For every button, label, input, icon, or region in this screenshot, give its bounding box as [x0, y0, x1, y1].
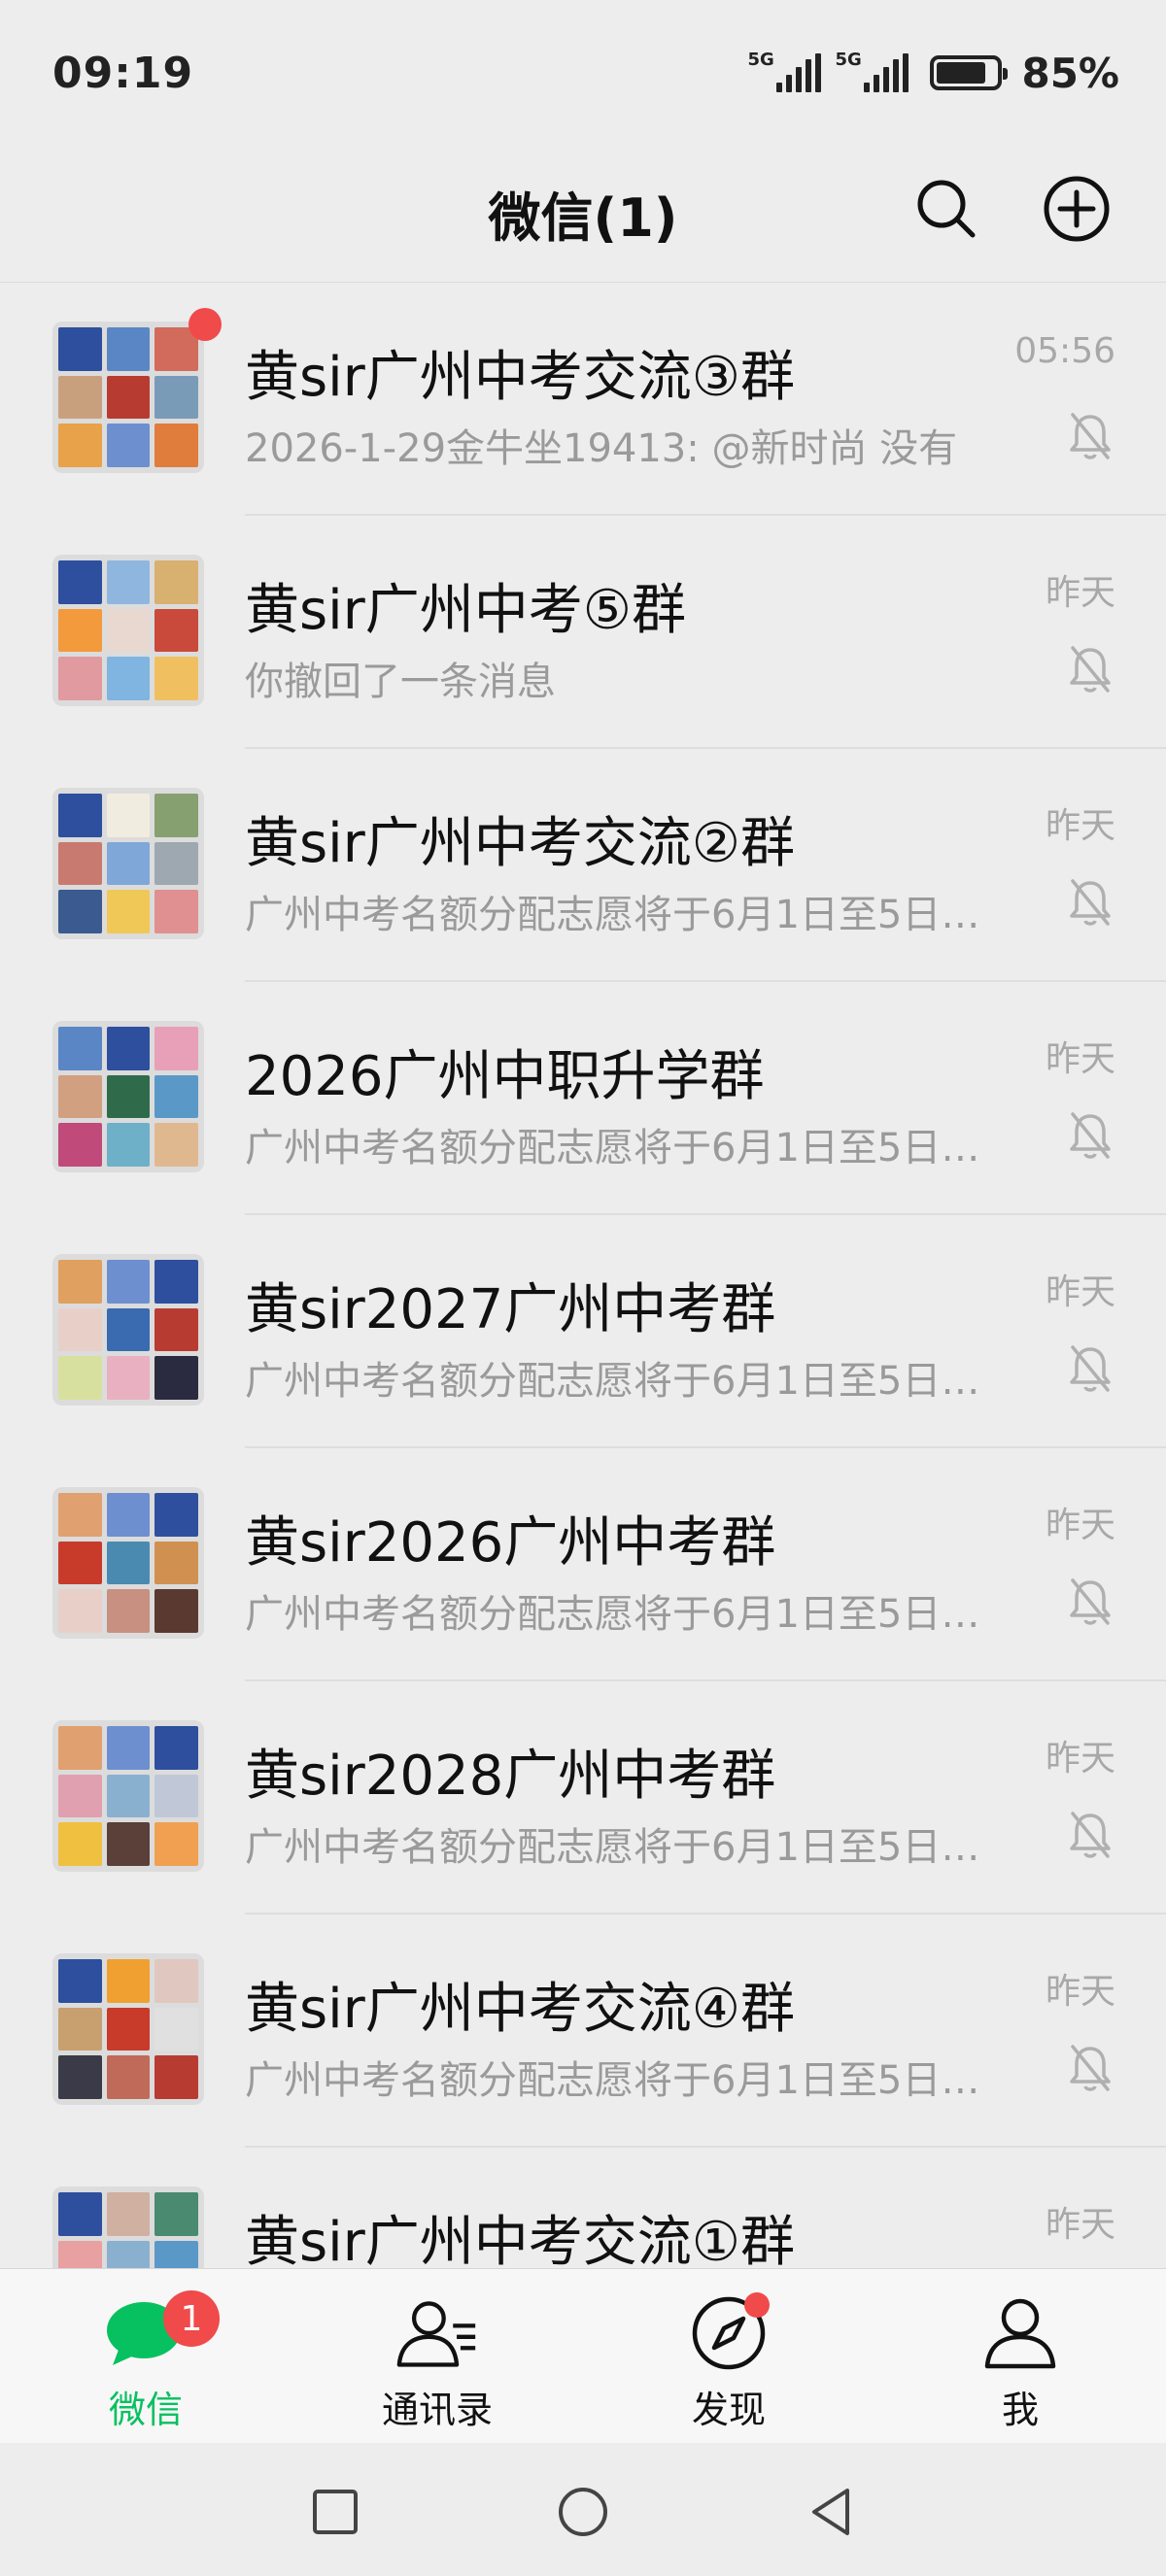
- signal-icon: 5G: [747, 50, 822, 92]
- new-indicator-dot: [744, 2292, 770, 2318]
- battery-percent: 85%: [1021, 49, 1119, 97]
- mute-bell-icon: [1067, 2043, 1114, 2093]
- signal-icon: 5G: [835, 50, 909, 92]
- chat-time: 昨天: [1045, 2205, 1115, 2245]
- chat-list-item[interactable]: 黄sir广州中考交流②群广州中考名额分配志愿将于6月1日至5日… 昨天: [0, 749, 1166, 982]
- chat-time: 昨天: [1045, 1506, 1115, 1545]
- tab-label: 通讯录: [381, 2389, 493, 2431]
- chat-time: 昨天: [1045, 806, 1115, 846]
- chat-preview: 广州中考名额分配志愿将于6月1日至5日…: [245, 1825, 980, 1870]
- chat-preview: 广州中考名额分配志愿将于6月1日至5日…: [245, 1592, 980, 1637]
- status-bar: 09:19 5G 5G 85%: [0, 0, 1166, 146]
- search-icon[interactable]: [908, 170, 985, 248]
- mute-bell-icon: [1067, 877, 1114, 928]
- group-avatar: [52, 2186, 204, 2268]
- group-avatar: [52, 322, 204, 473]
- recents-icon[interactable]: [301, 2478, 369, 2546]
- plus-circle-icon[interactable]: [1038, 170, 1115, 248]
- chat-name: 黄sir2028广州中考群: [245, 1745, 776, 1808]
- group-avatar: [52, 1254, 204, 1406]
- chat-preview: 广州中考名额分配志愿将于6月1日至5日…: [245, 893, 980, 937]
- chat-name: 黄sir广州中考⑤群: [245, 579, 686, 642]
- chat-name: 黄sir2026广州中考群: [245, 1511, 776, 1575]
- group-avatar: [52, 788, 204, 939]
- unread-badge: 1: [163, 2290, 220, 2347]
- person-icon: [978, 2294, 1062, 2372]
- mute-bell-icon: [1067, 411, 1114, 461]
- back-icon[interactable]: [797, 2478, 865, 2546]
- group-avatar: [52, 1021, 204, 1172]
- chat-time: 昨天: [1045, 1972, 1115, 2012]
- status-icons: 5G 5G 85%: [747, 50, 1119, 97]
- chat-list-item[interactable]: 黄sir2027广州中考群广州中考名额分配志愿将于6月1日至5日… 昨天: [0, 1215, 1166, 1448]
- chat-list-item[interactable]: 黄sir2026广州中考群广州中考名额分配志愿将于6月1日至5日… 昨天: [0, 1448, 1166, 1681]
- mute-bell-icon: [1067, 644, 1114, 695]
- chat-name: 黄sir广州中考交流④群: [245, 1978, 795, 2041]
- system-nav-bar: [0, 2443, 1166, 2576]
- tab-bar: 微信 1 通讯录 发现 我: [0, 2268, 1166, 2443]
- chat-preview: 广州中考名额分配志愿将于6月1日至5日…: [245, 2058, 980, 2103]
- tab-me[interactable]: 我: [874, 2269, 1166, 2443]
- header: 微信(1): [0, 146, 1166, 282]
- network-type-2: 5G: [835, 50, 862, 70]
- chat-list-item[interactable]: 黄sir广州中考交流①群 昨天: [0, 2148, 1166, 2268]
- chat-list: 黄sir广州中考交流③群 2026-1-29金牛坐19413: @新时尚 没有 05…: [0, 282, 1166, 2268]
- chat-time: 昨天: [1045, 573, 1115, 613]
- chat-name: 黄sir广州中考交流①群: [245, 2211, 795, 2268]
- mute-bell-icon: [1067, 1810, 1114, 1860]
- chat-list-item[interactable]: 黄sir广州中考⑤群你撤回了一条消息 昨天: [0, 516, 1166, 749]
- mute-bell-icon: [1067, 1576, 1114, 1627]
- status-time: 09:19: [52, 48, 194, 98]
- chat-name: 黄sir广州中考交流②群: [245, 812, 795, 875]
- chat-list-item[interactable]: 黄sir2028广州中考群广州中考名额分配志愿将于6月1日至5日… 昨天: [0, 1681, 1166, 1915]
- contacts-icon: [395, 2294, 479, 2372]
- chat-name: 黄sir2027广州中考群: [245, 1278, 776, 1341]
- chat-list-item[interactable]: 2026广州中职升学群广州中考名额分配志愿将于6月1日至5日… 昨天: [0, 982, 1166, 1215]
- chat-time: 05:56: [1014, 331, 1115, 371]
- battery-icon: [930, 55, 1009, 90]
- chat-list-item[interactable]: 黄sir广州中考交流④群广州中考名额分配志愿将于6月1日至5日… 昨天: [0, 1915, 1166, 2148]
- chat-list-item[interactable]: 黄sir广州中考交流③群 2026-1-29金牛坐19413: @新时尚 没有 05…: [0, 283, 1166, 516]
- tab-label: 我: [1001, 2389, 1039, 2431]
- group-avatar: [52, 1487, 204, 1639]
- chat-preview: 你撤回了一条消息: [245, 660, 556, 704]
- home-icon[interactable]: [549, 2478, 617, 2546]
- chat-name: 2026广州中职升学群: [245, 1045, 765, 1108]
- chat-time: 昨天: [1045, 1272, 1115, 1312]
- unread-dot: [189, 308, 222, 341]
- group-avatar: [52, 555, 204, 706]
- mute-bell-icon: [1067, 1110, 1114, 1161]
- chat-time: 昨天: [1045, 1039, 1115, 1079]
- tab-discover[interactable]: 发现: [583, 2269, 874, 2443]
- group-avatar: [52, 1953, 204, 2105]
- chat-name: 黄sir广州中考交流③群: [245, 346, 795, 409]
- network-type-1: 5G: [747, 50, 774, 70]
- chat-preview: 广州中考名额分配志愿将于6月1日至5日…: [245, 1359, 980, 1404]
- chat-preview: 广州中考名额分配志愿将于6月1日至5日…: [245, 1126, 980, 1170]
- tab-contacts[interactable]: 通讯录: [292, 2269, 583, 2443]
- group-avatar: [52, 1720, 204, 1872]
- tab-label: 发现: [691, 2389, 766, 2431]
- chat-time: 昨天: [1045, 1739, 1115, 1779]
- page-title: 微信(1): [488, 187, 678, 249]
- mute-bell-icon: [1067, 1343, 1114, 1394]
- chat-preview: 2026-1-29金牛坐19413: @新时尚 没有: [245, 426, 958, 471]
- tab-label: 微信: [108, 2389, 183, 2431]
- tab-chats[interactable]: 微信 1: [0, 2269, 292, 2443]
